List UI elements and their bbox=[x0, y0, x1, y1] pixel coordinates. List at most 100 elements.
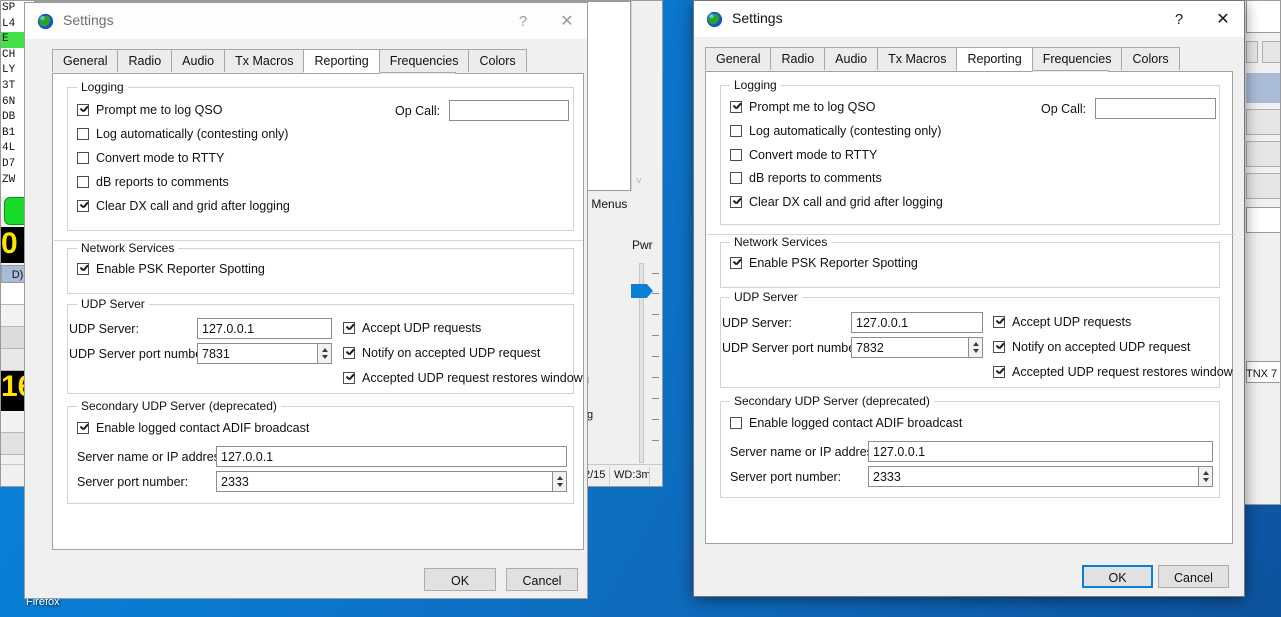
checkbox-enable-psk-reporter-spotting[interactable]: Enable PSK Reporter Spotting bbox=[77, 262, 265, 276]
help-button-right[interactable]: ? bbox=[1162, 7, 1196, 33]
udp-port-label: UDP Server port number: bbox=[69, 347, 210, 361]
group-logging-right: Logging Prompt me to log QSO Log automat… bbox=[720, 78, 1220, 225]
tab-radio[interactable]: Radio bbox=[117, 49, 173, 72]
background-field[interactable] bbox=[1246, 207, 1280, 233]
stepper-buttons[interactable] bbox=[1198, 466, 1213, 487]
background-field[interactable] bbox=[1246, 41, 1258, 63]
checkbox-prompt-me-to-log-qso[interactable]: Prompt me to log QSO bbox=[77, 103, 222, 117]
title-bar-right[interactable]: Settings ? ✕ bbox=[694, 1, 1244, 37]
checkbox-db-reports-to-comments[interactable]: dB reports to comments bbox=[77, 175, 229, 189]
udp-port-label: UDP Server port number: bbox=[722, 341, 863, 355]
tab-page-reporting-left: Logging Prompt me to log QSO Log automat… bbox=[52, 74, 584, 550]
background-selected-row bbox=[1246, 73, 1280, 103]
udp-port-input[interactable]: 7831 bbox=[197, 343, 317, 364]
secondary-server-name-input[interactable]: 127.0.0.1 bbox=[868, 441, 1213, 462]
udp-port-stepper[interactable]: 7831 bbox=[197, 343, 332, 364]
group-udp-server-left: UDP Server UDP Server: 127.0.0.1 UDP Ser… bbox=[67, 297, 583, 394]
help-button-left[interactable]: ? bbox=[506, 9, 540, 35]
tab-tx-macros[interactable]: Tx Macros bbox=[877, 47, 958, 70]
settings-dialog-right[interactable]: Settings ? ✕ General Radio Audio Tx Macr… bbox=[693, 0, 1245, 597]
group-udp-legend: UDP Server bbox=[730, 290, 802, 304]
checkbox-box bbox=[993, 316, 1005, 328]
tab-general[interactable]: General bbox=[52, 49, 119, 72]
stepper-buttons[interactable] bbox=[552, 471, 567, 492]
stepper-up-icon[interactable] bbox=[1199, 467, 1212, 477]
background-field[interactable] bbox=[1262, 41, 1280, 63]
stepper-buttons[interactable] bbox=[317, 343, 332, 364]
tab-general[interactable]: General bbox=[705, 47, 772, 70]
background-field[interactable] bbox=[1246, 141, 1280, 167]
tab-tx-macros[interactable]: Tx Macros bbox=[224, 49, 305, 72]
secondary-server-port-input[interactable]: 2333 bbox=[868, 466, 1198, 487]
checkbox-clear-dx-call-and-grid[interactable]: Clear DX call and grid after logging bbox=[730, 195, 943, 209]
checkbox-enable-adif-broadcast[interactable]: Enable logged contact ADIF broadcast bbox=[77, 421, 309, 435]
secondary-server-port-stepper[interactable]: 2333 bbox=[216, 471, 567, 492]
secondary-server-port-stepper[interactable]: 2333 bbox=[868, 466, 1213, 487]
stepper-down-icon[interactable] bbox=[1199, 477, 1212, 487]
stepper-down-icon[interactable] bbox=[318, 354, 331, 364]
checkbox-box bbox=[993, 341, 1005, 353]
checkbox-notify-on-accepted-udp-request[interactable]: Notify on accepted UDP request bbox=[343, 346, 540, 360]
group-network-services-right: Network Services Enable PSK Reporter Spo… bbox=[720, 235, 1220, 288]
tab-reporting[interactable]: Reporting bbox=[956, 47, 1033, 71]
globe-icon bbox=[37, 13, 54, 30]
checkbox-db-reports-to-comments[interactable]: dB reports to comments bbox=[730, 171, 882, 185]
cancel-button-left[interactable]: Cancel bbox=[506, 568, 578, 591]
tab-audio[interactable]: Audio bbox=[171, 49, 226, 72]
checkbox-accept-udp-requests[interactable]: Accept UDP requests bbox=[993, 315, 1131, 329]
background-scrollbar[interactable]: ˅ bbox=[631, 1, 648, 191]
secondary-server-port-label: Server port number: bbox=[77, 475, 189, 489]
tab-colors[interactable]: Colors bbox=[1121, 47, 1180, 70]
close-button-left[interactable]: ✕ bbox=[548, 9, 586, 35]
udp-server-input[interactable]: 127.0.0.1 bbox=[851, 312, 983, 333]
cancel-button-right[interactable]: Cancel bbox=[1158, 565, 1229, 588]
checkbox-prompt-me-to-log-qso[interactable]: Prompt me to log QSO bbox=[730, 100, 875, 114]
tab-strip-right[interactable]: General Radio Audio Tx Macros Reporting … bbox=[705, 47, 1233, 93]
checkbox-enable-adif-broadcast[interactable]: Enable logged contact ADIF broadcast bbox=[730, 416, 962, 430]
close-button-right[interactable]: ✕ bbox=[1204, 7, 1242, 33]
background-tnx-text: TNX 7 bbox=[1246, 368, 1278, 380]
checkbox-notify-on-accepted-udp-request[interactable]: Notify on accepted UDP request bbox=[993, 340, 1190, 354]
checkbox-log-automatically[interactable]: Log automatically (contesting only) bbox=[77, 127, 288, 141]
tab-frequencies[interactable]: Frequencies bbox=[378, 49, 470, 72]
checkbox-enable-psk-reporter-spotting[interactable]: Enable PSK Reporter Spotting bbox=[730, 256, 918, 270]
tab-radio[interactable]: Radio bbox=[770, 47, 826, 70]
checkbox-convert-mode-to-rtty[interactable]: Convert mode to RTTY bbox=[77, 151, 224, 165]
background-window-wsjtx-right[interactable]: TNX 7 bbox=[1243, 0, 1281, 505]
secondary-server-name-input[interactable]: 127.0.0.1 bbox=[216, 446, 567, 467]
checkbox-clear-dx-call-and-grid[interactable]: Clear DX call and grid after logging bbox=[77, 199, 290, 213]
udp-port-stepper[interactable]: 7832 bbox=[851, 337, 983, 358]
secondary-server-name-label: Server name or IP address: bbox=[77, 450, 230, 464]
stepper-up-icon[interactable] bbox=[318, 344, 331, 354]
tab-reporting[interactable]: Reporting bbox=[303, 49, 380, 73]
checkbox-convert-mode-to-rtty[interactable]: Convert mode to RTTY bbox=[730, 148, 877, 162]
title-bar-left[interactable]: Settings ? ✕ bbox=[25, 3, 587, 39]
tab-frequencies[interactable]: Frequencies bbox=[1031, 47, 1123, 70]
background-power-slider-handle[interactable] bbox=[631, 284, 653, 298]
op-call-input[interactable] bbox=[1095, 98, 1216, 119]
stepper-buttons[interactable] bbox=[968, 337, 983, 358]
checkbox-accepted-udp-restores-window[interactable]: Accepted UDP request restores window bbox=[993, 365, 1233, 379]
background-field[interactable] bbox=[1246, 109, 1280, 135]
stepper-up-icon[interactable] bbox=[553, 472, 566, 482]
op-call-input[interactable] bbox=[449, 100, 569, 121]
stepper-down-icon[interactable] bbox=[553, 482, 566, 492]
secondary-server-port-input[interactable]: 2333 bbox=[216, 471, 552, 492]
tab-audio[interactable]: Audio bbox=[824, 47, 879, 70]
checkbox-box bbox=[77, 200, 89, 212]
udp-server-input[interactable]: 127.0.0.1 bbox=[197, 318, 332, 339]
stepper-down-icon[interactable] bbox=[969, 348, 982, 358]
ok-button-right[interactable]: OK bbox=[1082, 565, 1153, 588]
udp-port-input[interactable]: 7832 bbox=[851, 337, 968, 358]
checkbox-accept-udp-requests[interactable]: Accept UDP requests bbox=[343, 321, 481, 335]
background-field[interactable] bbox=[1246, 173, 1280, 199]
tab-colors[interactable]: Colors bbox=[468, 49, 527, 72]
checkbox-box bbox=[77, 128, 89, 140]
settings-dialog-left[interactable]: Settings ? ✕ General Radio Audio Tx Macr… bbox=[24, 2, 588, 599]
chevron-down-icon[interactable]: ˅ bbox=[636, 176, 642, 187]
stepper-up-icon[interactable] bbox=[969, 338, 982, 348]
ok-button-left[interactable]: OK bbox=[424, 568, 496, 591]
checkbox-accepted-udp-restores-window[interactable]: Accepted UDP request restores window bbox=[343, 371, 583, 385]
checkbox-log-automatically[interactable]: Log automatically (contesting only) bbox=[730, 124, 941, 138]
tab-strip-left[interactable]: General Radio Audio Tx Macros Reporting … bbox=[52, 49, 584, 95]
